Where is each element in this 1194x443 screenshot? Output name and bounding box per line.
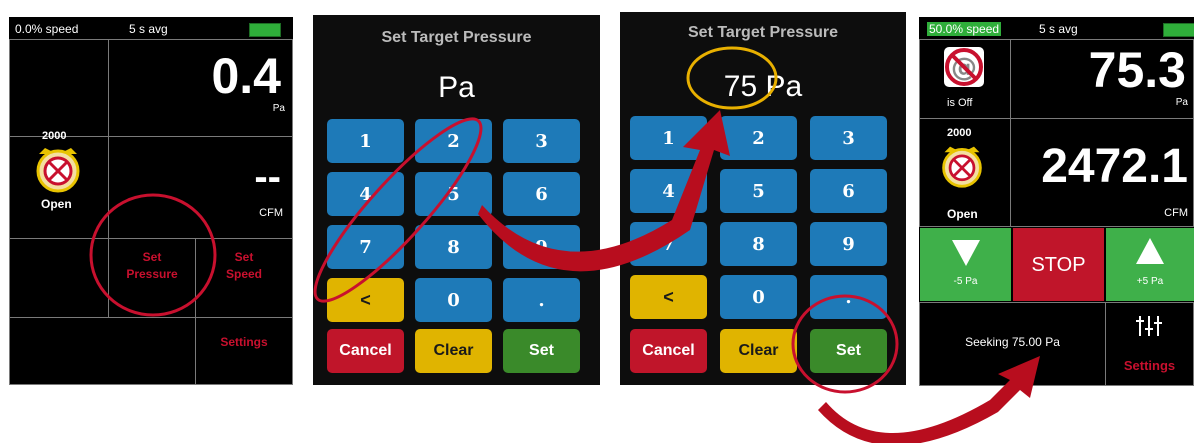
empty-cell [9,238,109,318]
cancel-button[interactable]: Cancel [630,329,707,373]
keypad-key-8[interactable]: 8 [415,225,492,269]
keypad-key-3[interactable]: 3 [810,116,887,160]
set-speed-text: Set Speed [225,250,262,281]
stop-label: STOP [1031,254,1086,276]
cancel-button[interactable]: Cancel [327,329,404,373]
battery-icon [1163,23,1194,37]
keypad-key-9[interactable]: 9 [503,225,580,269]
keypad-key-6[interactable]: 6 [810,169,887,213]
fan-ring-icon[interactable] [939,143,985,189]
keypad-key-0[interactable]: 0 [415,278,492,322]
flow-value: 2472.1 [1041,140,1188,193]
keypad-key-7[interactable]: 7 [327,225,404,269]
flow-unit: CFM [1164,207,1188,219]
pressure-cell [9,39,109,137]
keypad-key-backspace[interactable]: < [630,275,707,319]
bottom-empty [9,317,196,385]
sliders-icon [1136,316,1162,336]
speed-readout: 0.0% speed [15,22,79,36]
clear-button[interactable]: Clear [415,329,492,373]
fan-ring-icon[interactable] [33,144,83,194]
set-pressure-label: Set Pressure [108,249,196,283]
decrease-button[interactable]: -5 Pa [920,228,1011,301]
set-button[interactable]: Set [810,329,887,373]
keypad-key-backspace[interactable]: < [327,278,404,322]
flow-value: -- [254,155,281,199]
increase-label: +5 Pa [1136,276,1164,287]
ring-label: 2000 [42,130,67,142]
keypad-key-1[interactable]: 1 [327,119,404,163]
pressure-value: 75.3 [1088,42,1186,98]
keypad-key-5[interactable]: 5 [720,169,797,213]
remote-status: is Off [947,97,973,109]
avg-readout: 5 s avg [129,22,168,36]
down-arrow-icon [952,240,980,266]
keypad-key-3[interactable]: 3 [503,119,580,163]
increase-button[interactable]: +5 Pa [1106,228,1194,301]
battery-icon [249,23,281,37]
keypad-key-5[interactable]: 5 [415,172,492,216]
keypad-key-decimal[interactable]: . [810,275,887,319]
keypad-key-7[interactable]: 7 [630,222,707,266]
set-button[interactable]: Set [503,329,580,373]
keypad-display: Pa [438,71,475,104]
keypad-screen-empty: Set Target Pressure Pa 1 2 3 4 5 6 7 8 9 <0. Canc… [313,15,600,385]
keypad-key-decimal[interactable]: . [503,278,580,322]
keypad-key-6[interactable]: 6 [503,172,580,216]
settings-label: Settings [1123,358,1176,373]
keypad-key-8[interactable]: 8 [720,222,797,266]
up-arrow-icon [1136,238,1164,264]
remote-off-icon[interactable]: @ [942,45,986,89]
settings-button[interactable] [195,317,293,385]
ring-label: 2000 [947,127,972,139]
seeking-status: Seeking 75.00 Pa [965,335,1060,349]
keypad-title: Set Target Pressure [381,29,532,46]
keypad-key-9[interactable]: 9 [810,222,887,266]
keypad-title: Set Target Pressure [688,24,838,41]
keypad-screen-filled: Set Target Pressure 75 Pa 1 2 3 4 5 6 7 8 9 <0. C… [620,12,906,385]
pressure-unit: Pa [1175,97,1188,108]
decrease-label: -5 Pa [953,276,978,287]
speed-readout: 50.0% speed [927,22,1002,36]
keypad-display: 75 Pa [723,70,803,103]
clear-button[interactable]: Clear [720,329,797,373]
stop-button[interactable]: STOP [1013,228,1104,301]
keypad-key-4[interactable]: 4 [327,172,404,216]
pressure-value: 0.4 [211,48,281,104]
settings-label: Settings [220,335,268,349]
flow-unit: CFM [259,207,283,219]
keypad-key-4[interactable]: 4 [630,169,707,213]
set-pressure-text: Set Pressure [126,250,178,281]
keypad-key-2[interactable]: 2 [415,119,492,163]
set-speed-label: Set Speed [195,249,293,283]
keypad-key-2[interactable]: 2 [720,116,797,160]
screen-running: 50.0% speed 5 s avg @ is Off 75.3 Pa 200… [919,17,1194,386]
screen-home: 0.0% speed 5 s avg 0.4 Pa 2000 Open -- C… [9,17,293,385]
keypad-key-1[interactable]: 1 [630,116,707,160]
fan-status: Open [41,197,72,211]
avg-readout: 5 s avg [1039,22,1078,36]
keypad-key-0[interactable]: 0 [720,275,797,319]
pressure-unit: Pa [272,103,285,114]
fan-status: Open [947,207,978,221]
